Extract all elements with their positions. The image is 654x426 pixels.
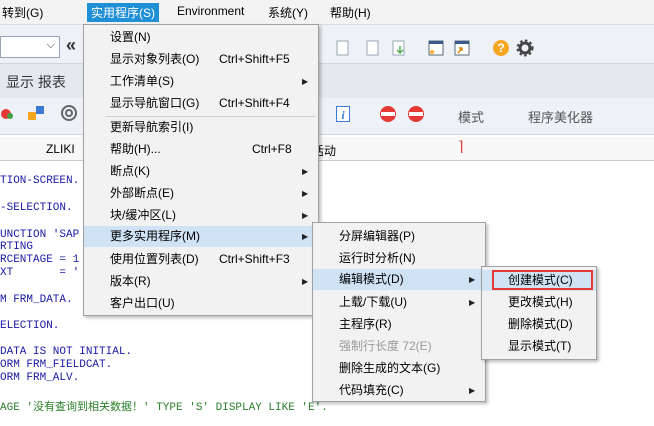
submenu-arrow-icon: ▶: [469, 386, 476, 395]
code-line: RTING: [0, 241, 34, 253]
submenu-arrow-icon: ▶: [469, 275, 476, 284]
set-breakpoint-icon[interactable]: [378, 105, 398, 123]
menu-item-object-list[interactable]: 显示对象列表(O) Ctrl+Shift+F5: [84, 49, 318, 70]
code-line: TION-SCREEN.: [0, 175, 80, 187]
help-icon[interactable]: ?: [492, 39, 510, 57]
gear-icon[interactable]: [516, 39, 534, 57]
menu-item-delete-generated-text[interactable]: 删除生成的文本(G): [313, 358, 485, 379]
hierarchy-icon[interactable]: [26, 104, 46, 122]
menu-item-delete-mode[interactable]: 删除模式(D): [482, 314, 596, 335]
code-line: ORM FRM_ALV.: [0, 372, 80, 384]
menu-item-create-mode[interactable]: 创建模式(C): [482, 270, 596, 291]
edit-mode-menu: 创建模式(C) 更改模式(H) 删除模式(D) 显示模式(T): [481, 266, 597, 360]
submenu-arrow-icon: ▶: [302, 167, 309, 176]
code-line: M FRM_DATA.: [0, 294, 73, 306]
menu-item-versions[interactable]: 版本(R) ▶: [84, 271, 318, 292]
menu-item-runtime-analysis[interactable]: 运行时分析(N): [313, 248, 485, 269]
menu-item-help[interactable]: 帮助(H)... Ctrl+F8: [84, 139, 318, 160]
collapse-arrows-icon[interactable]: «: [66, 35, 76, 56]
svg-text:?: ?: [497, 41, 504, 55]
code-line: RCENTAGE = 1: [0, 254, 80, 266]
document-icon[interactable]: [336, 40, 350, 57]
menu-item-update-nav-index[interactable]: 更新导航索引(I): [84, 117, 318, 138]
session-breakpoint-icon[interactable]: [406, 105, 426, 123]
menu-utilities[interactable]: 实用程序(S): [87, 3, 159, 22]
code-line: ORM FRM_FIELDCAT.: [0, 359, 113, 371]
submenu-arrow-icon: ▶: [302, 189, 309, 198]
menu-item-breakpoints[interactable]: 断点(K) ▶: [84, 161, 318, 182]
menu-item-edit-mode[interactable]: 编辑模式(D) ▶: [313, 269, 485, 290]
utilities-menu: 设置(N) 显示对象列表(O) Ctrl+Shift+F5 工作清单(S) ▶ 显示…: [83, 24, 319, 316]
code-line: UNCTION 'SAP: [0, 229, 80, 241]
menu-item-block-buffer[interactable]: 块/缓冲区(L) ▶: [84, 205, 318, 226]
menu-help[interactable]: 帮助(H): [330, 4, 371, 21]
code-line: XT = ': [0, 267, 80, 279]
menu-item-code-completion[interactable]: 代码填充(C) ▶: [313, 380, 485, 401]
menu-item-more-utilities[interactable]: 更多实用程序(M) ▶: [84, 226, 318, 247]
menu-item-change-mode[interactable]: 更改模式(H): [482, 292, 596, 313]
command-field[interactable]: ⌵: [0, 36, 60, 58]
download-icon[interactable]: [392, 40, 408, 57]
submenu-arrow-icon: ▶: [302, 211, 309, 220]
chevron-down-icon[interactable]: ⌵: [47, 39, 55, 52]
object-icon[interactable]: [0, 106, 14, 122]
program-name: ZLIKI: [46, 142, 75, 156]
pretty-printer-button[interactable]: 程序美化器: [528, 107, 593, 126]
menu-item-worklist[interactable]: 工作清单(S) ▶: [84, 71, 318, 92]
submenu-arrow-icon: ▶: [469, 298, 476, 307]
menu-item-display-mode[interactable]: 显示模式(T): [482, 336, 596, 357]
submenu-arrow-icon: ▶: [302, 77, 309, 86]
menu-item-main-program[interactable]: 主程序(R): [313, 314, 485, 335]
where-used-icon[interactable]: [60, 104, 78, 122]
menu-system[interactable]: 系统(Y): [268, 4, 308, 21]
page-title: 显示 报表: [6, 74, 66, 90]
menu-item-external-breakpoints[interactable]: 外部断点(E) ▶: [84, 183, 318, 204]
menu-goto[interactable]: 转到(G): [2, 4, 43, 21]
info-icon[interactable]: i: [336, 106, 350, 122]
window-shortcut-icon[interactable]: [454, 40, 470, 57]
menu-item-settings[interactable]: 设置(N): [84, 27, 318, 48]
submenu-arrow-icon: ▶: [302, 232, 309, 241]
menu-item-navigation-window[interactable]: 显示导航窗口(G) Ctrl+Shift+F4: [84, 93, 318, 114]
menu-item-customer-exit[interactable]: 客户出口(U): [84, 293, 318, 314]
code-line: -SELECTION.: [0, 202, 73, 214]
code-line: ELECTION.: [0, 320, 60, 332]
submenu-arrow-icon: ▶: [302, 277, 309, 286]
code-line: AGE '没有查询到相关数据！' TYPE 'S' DISPLAY LIKE '…: [0, 402, 328, 414]
menu-item-split-screen-editor[interactable]: 分屏编辑器(P): [313, 226, 485, 247]
edit-marker: ⌉: [458, 138, 464, 154]
document-icon[interactable]: [366, 40, 380, 57]
menu-bar: 转到(G) 实用程序(S) Environment 系统(Y) 帮助(H): [0, 0, 654, 25]
more-utilities-menu: 分屏编辑器(P) 运行时分析(N) 编辑模式(D) ▶ 上载/下载(U) ▶ 主程序…: [312, 222, 486, 402]
pattern-button[interactable]: 模式: [458, 107, 484, 126]
menu-item-upload-download[interactable]: 上载/下载(U) ▶: [313, 292, 485, 313]
window-star-icon[interactable]: [428, 40, 444, 57]
menu-item-force-line-length: 强制行长度 72(E): [339, 339, 432, 353]
menu-environment[interactable]: Environment: [177, 4, 244, 18]
menu-item-where-used[interactable]: 使用位置列表(D) Ctrl+Shift+F3: [84, 249, 318, 270]
code-line: DATA IS NOT INITIAL.: [0, 346, 133, 358]
